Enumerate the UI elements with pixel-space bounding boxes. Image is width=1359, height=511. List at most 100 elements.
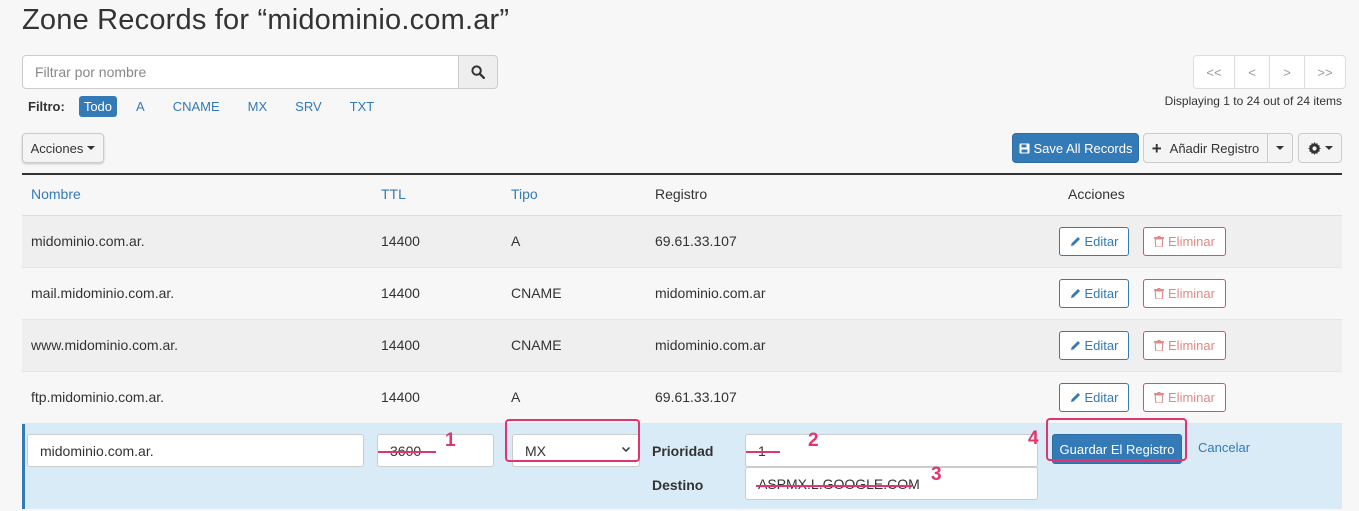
record-name-input[interactable] xyxy=(27,434,364,467)
delete-button[interactable]: Eliminar xyxy=(1143,279,1226,308)
annotation-underline-prioridad xyxy=(746,451,780,453)
delete-button[interactable]: Eliminar xyxy=(1143,227,1226,256)
save-record-button[interactable]: Guardar El Registro xyxy=(1052,434,1182,464)
annotation-step-2: 2 xyxy=(808,430,819,451)
filter-srv[interactable]: SRV xyxy=(290,96,327,117)
pencil-icon xyxy=(1070,393,1080,402)
record-ttl: 14400 xyxy=(381,285,420,301)
record-value: 69.61.33.107 xyxy=(655,233,737,249)
acciones-dropdown[interactable]: Acciones xyxy=(22,133,104,163)
settings-dropdown[interactable] xyxy=(1298,133,1342,163)
add-record-dropdown-toggle[interactable] xyxy=(1267,133,1293,163)
trash-icon xyxy=(1154,236,1165,247)
prioridad-input[interactable] xyxy=(745,434,1038,467)
delete-button[interactable]: Eliminar xyxy=(1143,331,1226,360)
filter-bar: Filtro: Todo A CNAME MX SRV TXT xyxy=(28,95,397,117)
plus-icon: + xyxy=(1151,138,1162,158)
annotation-underline-destino xyxy=(756,485,912,487)
header-acciones: Acciones xyxy=(1068,186,1125,202)
delete-button[interactable]: Eliminar xyxy=(1143,383,1226,412)
edit-button[interactable]: Editar xyxy=(1059,331,1129,360)
prioridad-label: Prioridad xyxy=(652,443,714,459)
record-value: midominio.com.ar xyxy=(655,285,766,301)
first-page-button[interactable]: << xyxy=(1193,55,1235,89)
edit-button[interactable]: Editar xyxy=(1059,279,1129,308)
delete-label: Eliminar xyxy=(1168,234,1215,249)
table-row: midominio.com.ar. 14400 A 69.61.33.107 E… xyxy=(22,216,1342,268)
filter-txt[interactable]: TXT xyxy=(345,96,380,117)
annotation-underline-ttl xyxy=(378,451,436,453)
header-registro: Registro xyxy=(655,186,708,202)
record-name: www.midominio.com.ar. xyxy=(31,337,179,353)
pencil-icon xyxy=(1070,289,1080,298)
record-type-selected: MX xyxy=(525,442,546,459)
destino-input[interactable] xyxy=(745,467,1038,500)
filter-cname[interactable]: CNAME xyxy=(168,96,225,117)
destino-label: Destino xyxy=(652,477,704,493)
pencil-icon xyxy=(1070,341,1080,350)
table-row: ftp.midominio.com.ar. 14400 A 69.61.33.1… xyxy=(22,372,1342,424)
record-type: A xyxy=(511,389,521,405)
filter-mx[interactable]: MX xyxy=(243,96,273,117)
record-type: CNAME xyxy=(511,337,562,353)
search-icon xyxy=(471,65,485,79)
table-row: mail.midominio.com.ar. 14400 CNAME midom… xyxy=(22,268,1342,320)
caret-down-icon xyxy=(1276,146,1284,150)
edit-button[interactable]: Editar xyxy=(1059,227,1129,256)
caret-down-icon xyxy=(87,146,96,150)
record-ttl: 14400 xyxy=(381,337,420,353)
header-ttl[interactable]: TTL xyxy=(381,186,406,202)
delete-label: Eliminar xyxy=(1168,286,1215,301)
pagination: << < > >> xyxy=(1193,55,1346,89)
edit-button[interactable]: Editar xyxy=(1059,383,1129,412)
add-record-button[interactable]: + Añadir Registro xyxy=(1143,133,1268,163)
trash-icon xyxy=(1154,288,1165,299)
save-all-label: Save All Records xyxy=(1033,140,1133,156)
displaying-count: Displaying 1 to 24 out of 24 items xyxy=(1164,94,1342,108)
record-ttl: 14400 xyxy=(381,389,420,405)
page-title: Zone Records for “midominio.com.ar” xyxy=(22,4,510,36)
edit-label: Editar xyxy=(1084,286,1119,301)
next-page-button[interactable]: > xyxy=(1269,55,1305,89)
annotation-step-3: 3 xyxy=(931,464,942,485)
add-record-label: Añadir Registro xyxy=(1169,140,1260,156)
header-nombre[interactable]: Nombre xyxy=(31,186,81,202)
filter-label: Filtro: xyxy=(28,98,65,114)
header-tipo[interactable]: Tipo xyxy=(511,186,538,202)
table-header: Nombre TTL Tipo Registro Acciones xyxy=(22,173,1342,216)
edit-label: Editar xyxy=(1084,390,1119,405)
edit-label: Editar xyxy=(1084,338,1119,353)
delete-label: Eliminar xyxy=(1168,390,1215,405)
record-value: midominio.com.ar xyxy=(655,337,766,353)
gear-icon xyxy=(1307,141,1321,155)
filter-a[interactable]: A xyxy=(131,96,150,117)
record-type: CNAME xyxy=(511,285,562,301)
record-type-select[interactable]: MX xyxy=(512,434,640,467)
delete-label: Eliminar xyxy=(1168,338,1215,353)
search-button[interactable] xyxy=(458,55,498,89)
trash-icon xyxy=(1154,392,1165,403)
search-group xyxy=(22,55,498,89)
trash-icon xyxy=(1154,340,1165,351)
edit-record-row: MX Prioridad Destino Guardar El Registro… xyxy=(22,424,1342,509)
record-value: 69.61.33.107 xyxy=(655,389,737,405)
record-type: A xyxy=(511,233,521,249)
zone-records-table: Nombre TTL Tipo Registro Acciones midomi… xyxy=(22,173,1342,509)
annotation-step-4: 4 xyxy=(1028,428,1039,449)
search-input[interactable] xyxy=(22,55,460,89)
table-row: www.midominio.com.ar. 14400 CNAME midomi… xyxy=(22,320,1342,372)
pencil-icon xyxy=(1070,237,1080,246)
filter-todo[interactable]: Todo xyxy=(78,95,118,117)
annotation-step-1: 1 xyxy=(445,430,456,451)
save-all-records-button[interactable]: Save All Records xyxy=(1012,133,1139,163)
record-name: ftp.midominio.com.ar. xyxy=(31,389,165,405)
last-page-button[interactable]: >> xyxy=(1304,55,1346,89)
record-name: mail.midominio.com.ar. xyxy=(31,285,175,301)
chevron-down-icon xyxy=(621,446,631,453)
record-name: midominio.com.ar. xyxy=(31,233,145,249)
prev-page-button[interactable]: < xyxy=(1234,55,1270,89)
cancel-link[interactable]: Cancelar xyxy=(1198,440,1250,455)
acciones-label: Acciones xyxy=(30,140,84,156)
record-ttl: 14400 xyxy=(381,233,420,249)
edit-label: Editar xyxy=(1084,234,1119,249)
